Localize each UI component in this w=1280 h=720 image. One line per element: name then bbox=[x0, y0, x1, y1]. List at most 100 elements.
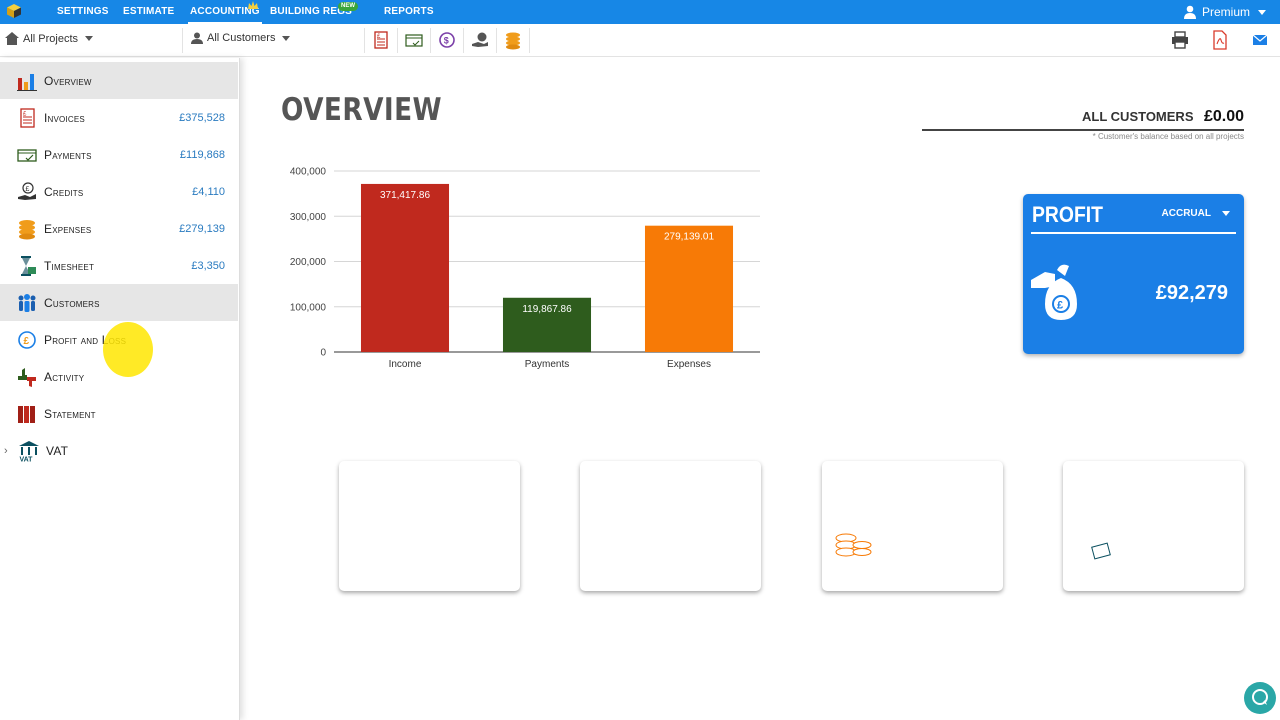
hours-card[interactable]: HOURS £0 £3,350 bbox=[1063, 461, 1244, 591]
sidebar-item-payments[interactable]: Payments £119,868 bbox=[0, 136, 238, 173]
user-label: Premium bbox=[1201, 5, 1250, 19]
app-logo-icon[interactable] bbox=[6, 3, 22, 19]
sidebar-item-label: VAT bbox=[46, 443, 69, 458]
mail-icon[interactable] bbox=[1250, 30, 1270, 50]
divider bbox=[1197, 543, 1236, 544]
nav-reports[interactable]: REPORTS bbox=[384, 0, 434, 24]
sidebar-item-vat[interactable]: › VAT VAT bbox=[0, 432, 238, 469]
sidebar-item-credits[interactable]: £ Credits £4,110 bbox=[0, 173, 238, 210]
profit-mode-label: ACCRUAL bbox=[1161, 208, 1211, 219]
expenses-card[interactable]: EXPENSES £279,139 bbox=[822, 461, 1003, 591]
customer-filter-dropdown[interactable]: All Customers bbox=[191, 32, 291, 44]
card-subvalue: £450 bbox=[485, 543, 512, 557]
profit-loss-icon: £ bbox=[18, 330, 36, 349]
coins-icon[interactable] bbox=[503, 30, 523, 50]
nav-settings[interactable]: SETTINGS bbox=[57, 0, 109, 24]
cursor-highlight bbox=[103, 322, 153, 377]
payments-card[interactable]: PAYMENTS £119,868 bbox=[580, 461, 761, 591]
invoice-icon[interactable]: £ bbox=[371, 30, 391, 50]
payment-card-icon bbox=[590, 528, 628, 555]
data-label: 371,417.86 bbox=[380, 190, 430, 201]
profit-title: PROFIT bbox=[1032, 202, 1103, 227]
data-label: 119,867.86 bbox=[522, 304, 572, 315]
sidebar-item-label: Timesheet bbox=[44, 258, 95, 273]
home-icon bbox=[5, 32, 19, 45]
new-badge: NEW bbox=[338, 2, 358, 11]
bar-chart-icon bbox=[17, 73, 37, 91]
svg-text:£: £ bbox=[1057, 300, 1063, 312]
coins-stack-icon bbox=[835, 527, 872, 557]
svg-text:VAT: VAT bbox=[20, 456, 34, 462]
svg-text:£: £ bbox=[24, 336, 30, 347]
chevron-down-icon bbox=[282, 35, 291, 41]
sidebar-item-amount: £4,110 bbox=[192, 185, 225, 198]
profit-card[interactable]: PROFIT ACCRUAL £ £92,279 bbox=[1023, 194, 1244, 354]
project-filter-label: All Projects bbox=[23, 32, 79, 45]
card-subvalue: £3,350 bbox=[1199, 548, 1236, 562]
expense-icon[interactable] bbox=[470, 30, 490, 50]
customer-balance: ALL CUSTOMERS £0.00 bbox=[922, 108, 1244, 131]
hourglass-money-icon bbox=[1079, 522, 1111, 564]
sidebar-item-timesheet[interactable]: Timesheet £3,350 bbox=[0, 247, 238, 284]
nav-estimate[interactable]: ESTIMATE bbox=[123, 0, 174, 24]
sidebar-item-label: Payments bbox=[44, 147, 92, 162]
y-tick-label: 200,000 bbox=[290, 257, 327, 268]
svg-text:£: £ bbox=[26, 186, 30, 193]
sidebar-item-label: Invoices bbox=[44, 110, 85, 125]
invoice-calculator-icon: £ bbox=[352, 522, 386, 562]
card-value: £119,868 bbox=[674, 518, 753, 539]
profit-value: £92,279 bbox=[1155, 282, 1228, 304]
balance-value: £0.00 bbox=[1203, 108, 1244, 125]
chart-bar bbox=[360, 183, 450, 352]
x-tick-label: Payments bbox=[525, 359, 569, 370]
sidebar-item-invoices[interactable]: £ Invoices £375,528 bbox=[0, 99, 238, 136]
divider bbox=[1031, 232, 1236, 234]
income-card[interactable]: INCOME £ £371,418 £450 bbox=[339, 461, 520, 591]
sidebar-item-statement[interactable]: Statement bbox=[0, 395, 238, 432]
balance-label: ALL CUSTOMERS bbox=[1082, 109, 1194, 124]
card-title: EXPENSES bbox=[830, 468, 910, 485]
credit-icon[interactable]: $ bbox=[437, 30, 457, 50]
y-tick-label: 300,000 bbox=[290, 212, 327, 223]
customer-filter-label: All Customers bbox=[207, 32, 276, 44]
card-value: £279,139 bbox=[915, 518, 995, 539]
user-icon bbox=[1183, 5, 1196, 19]
sidebar-item-label: Overview bbox=[44, 73, 92, 88]
money-bag-icon: £ bbox=[1031, 264, 1077, 320]
sidebar-item-amount: £119,868 bbox=[179, 148, 225, 161]
sidebar-item-label: Expenses bbox=[44, 221, 92, 236]
sidebar-item-expenses[interactable]: Expenses £279,139 bbox=[0, 210, 238, 247]
project-filter-dropdown[interactable]: All Projects bbox=[5, 32, 94, 45]
sidebar-item-amount: £3,350 bbox=[191, 259, 225, 272]
y-tick-label: 400,000 bbox=[290, 167, 327, 178]
balance-note: * Customer's balance based on all projec… bbox=[1092, 132, 1244, 141]
sidebar-item-overview[interactable]: Overview bbox=[0, 62, 238, 99]
payment-icon[interactable] bbox=[404, 30, 424, 50]
chat-button[interactable] bbox=[1244, 682, 1276, 714]
overview-bar-chart: 0 100,000 200,000 300,000 400,000 371,417.86 I… bbox=[290, 167, 760, 370]
profit-mode-dropdown[interactable]: ACCRUAL bbox=[1162, 208, 1230, 219]
sidebar-item-amount: £279,139 bbox=[179, 222, 225, 235]
sidebar: Overview £ Invoices £375,528 Payments £1… bbox=[0, 58, 240, 720]
user-menu[interactable]: Premium bbox=[1183, 0, 1266, 24]
hourglass-icon bbox=[21, 255, 36, 276]
coins-icon bbox=[19, 219, 35, 239]
chevron-right-icon[interactable]: › bbox=[4, 445, 8, 457]
pdf-icon[interactable] bbox=[1210, 30, 1230, 50]
y-tick-label: 100,000 bbox=[290, 302, 327, 313]
user-icon bbox=[191, 32, 203, 44]
chevron-down-icon bbox=[1222, 211, 1230, 216]
card-value: £0 bbox=[1214, 518, 1236, 539]
sidebar-item-customers[interactable]: Customers bbox=[0, 284, 238, 321]
sidebar-item-label: Activity bbox=[44, 369, 85, 384]
y-tick-label: 0 bbox=[320, 348, 326, 359]
print-icon[interactable] bbox=[1170, 30, 1190, 50]
chart-bar bbox=[644, 225, 734, 352]
card-title: PAYMENTS bbox=[588, 468, 667, 485]
chat-icon bbox=[1252, 689, 1268, 705]
credit-icon: £ bbox=[18, 181, 36, 200]
svg-text:$: $ bbox=[444, 36, 449, 46]
chevron-down-icon bbox=[85, 36, 94, 41]
people-icon bbox=[18, 293, 36, 312]
card-title: HOURS bbox=[1071, 468, 1125, 485]
